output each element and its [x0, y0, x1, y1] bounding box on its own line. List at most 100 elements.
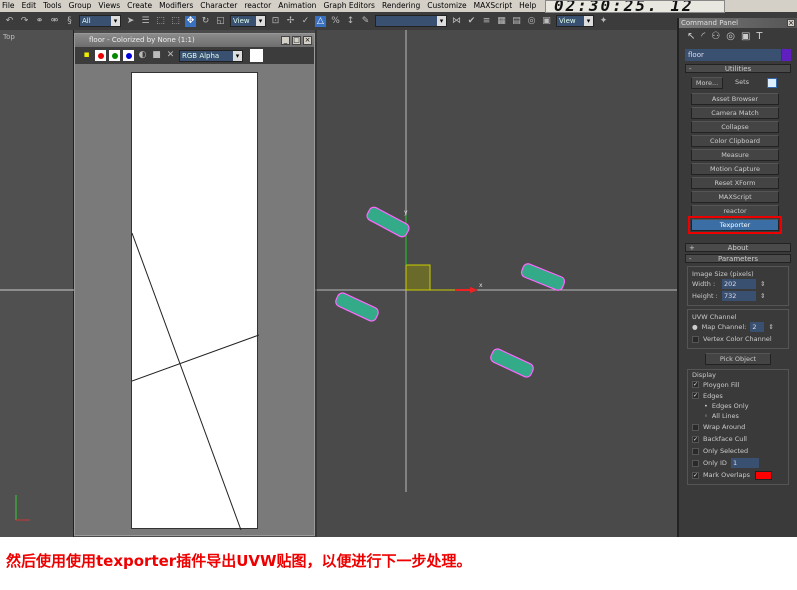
- named-selection-dropdown[interactable]: [375, 15, 447, 27]
- redo-icon[interactable]: ↷: [19, 16, 30, 27]
- rotate-icon[interactable]: ↻: [200, 16, 211, 27]
- utility-button-asset-browser[interactable]: Asset Browser: [691, 93, 779, 105]
- render-scene-icon[interactable]: ▣: [541, 16, 552, 27]
- utility-button-reset-xform[interactable]: Reset XForm: [691, 177, 779, 189]
- display-tab-icon[interactable]: ▣: [741, 31, 750, 43]
- scale-icon[interactable]: ◱: [215, 16, 226, 27]
- modify-tab-icon[interactable]: ◜: [701, 31, 705, 43]
- color-swatch[interactable]: [250, 49, 263, 62]
- vertex-color-radio[interactable]: [692, 335, 699, 343]
- pick-object-button[interactable]: Pick Object: [705, 353, 771, 365]
- ref-coord-dropdown[interactable]: View: [230, 15, 266, 27]
- utility-button-reactor[interactable]: reactor: [691, 205, 779, 217]
- wrap-around-checkbox[interactable]: [692, 423, 699, 431]
- region-select-icon[interactable]: ⬚: [155, 16, 166, 27]
- map-channel-spinner[interactable]: ⇕: [768, 323, 773, 331]
- map-channel-input[interactable]: 2: [750, 322, 765, 332]
- window-crossing-icon[interactable]: ⬚: [170, 16, 181, 27]
- curve-editor-icon[interactable]: ▦: [496, 16, 507, 27]
- configure-sets-icon[interactable]: [767, 78, 777, 88]
- channel-dropdown[interactable]: RGB Alpha: [179, 49, 243, 62]
- menu-item-customize[interactable]: Customize: [427, 0, 466, 12]
- link-icon[interactable]: ⚭: [34, 16, 45, 27]
- undo-icon[interactable]: ↶: [4, 16, 15, 27]
- render-type-dropdown[interactable]: View: [556, 15, 594, 27]
- sets-button[interactable]: Sets: [727, 77, 757, 89]
- all-lines-radio[interactable]: ◦: [704, 412, 708, 420]
- overlap-color-swatch[interactable]: [755, 470, 772, 480]
- texporter-image-window[interactable]: floor - Colorized by None (1:1) _ □ × ▪ …: [74, 33, 315, 536]
- polygon-fill-checkbox[interactable]: ✓: [692, 381, 699, 388]
- bind-spacewarp-icon[interactable]: §: [64, 16, 75, 27]
- pivot-icon[interactable]: ⊡: [270, 16, 281, 27]
- motion-tab-icon[interactable]: ◎: [726, 31, 735, 43]
- utility-button-measure[interactable]: Measure: [691, 149, 779, 161]
- angle-snap-icon[interactable]: △: [315, 15, 326, 27]
- snap-icon[interactable]: ✓: [300, 16, 311, 27]
- red-channel-button[interactable]: [95, 50, 106, 61]
- clone-icon[interactable]: ■: [151, 50, 162, 61]
- object-name-field[interactable]: floor: [685, 49, 791, 61]
- menu-item-edit[interactable]: Edit: [22, 0, 37, 12]
- unlink-icon[interactable]: ⚮: [49, 16, 60, 27]
- create-tab-icon[interactable]: ↖: [687, 31, 695, 43]
- blue-channel-button[interactable]: [123, 50, 134, 61]
- selection-filter-dropdown[interactable]: All: [79, 15, 121, 27]
- utility-button-camera-match[interactable]: Camera Match: [691, 107, 779, 119]
- move-icon[interactable]: ✥: [185, 15, 196, 27]
- mono-icon[interactable]: ◐: [137, 50, 148, 61]
- align-icon[interactable]: ✔: [466, 16, 477, 27]
- menu-item-maxscript[interactable]: MAXScript: [474, 0, 513, 12]
- utility-button-collapse[interactable]: Collapse: [691, 121, 779, 133]
- menu-item-character[interactable]: Character: [200, 0, 237, 12]
- mark-overlaps-checkbox[interactable]: ✓: [692, 471, 699, 479]
- save-image-icon[interactable]: ▪: [81, 50, 92, 61]
- schematic-icon[interactable]: ▤: [511, 16, 522, 27]
- mirror-icon[interactable]: ⋈: [451, 16, 462, 27]
- quick-render-icon[interactable]: ✦: [598, 16, 609, 27]
- minimize-button[interactable]: _: [281, 36, 290, 45]
- menu-item-modifiers[interactable]: Modifiers: [159, 0, 193, 12]
- menu-item-file[interactable]: File: [2, 0, 15, 12]
- menu-item-group[interactable]: Group: [69, 0, 92, 12]
- percent-snap-icon[interactable]: %: [330, 16, 341, 27]
- maximize-button[interactable]: □: [292, 36, 301, 45]
- width-input[interactable]: 202: [722, 279, 756, 289]
- menu-item-rendering[interactable]: Rendering: [382, 0, 420, 12]
- menu-item-help[interactable]: Help: [519, 0, 536, 12]
- utility-button-maxscript[interactable]: MAXScript: [691, 191, 779, 203]
- green-channel-button[interactable]: [109, 50, 120, 61]
- only-id-checkbox[interactable]: [692, 459, 699, 467]
- edges-only-radio[interactable]: •: [704, 402, 708, 410]
- backface-cull-checkbox[interactable]: ✓: [692, 435, 699, 443]
- only-selected-checkbox[interactable]: [692, 447, 699, 455]
- edges-checkbox[interactable]: ✓: [692, 392, 699, 399]
- menu-item-graph-editors[interactable]: Graph Editors: [323, 0, 375, 12]
- menu-item-tools[interactable]: Tools: [43, 0, 61, 12]
- height-spinner[interactable]: ⇕: [760, 292, 765, 300]
- utility-button-motion-capture[interactable]: Motion Capture: [691, 163, 779, 175]
- close-button[interactable]: ×: [303, 36, 312, 45]
- about-rollout[interactable]: + About: [685, 243, 791, 252]
- map-channel-radio[interactable]: ●: [692, 323, 698, 331]
- utility-button-color-clipboard[interactable]: Color Clipboard: [691, 135, 779, 147]
- utilities-rollout[interactable]: - Utilities: [685, 64, 791, 73]
- parameters-rollout[interactable]: - Parameters: [685, 254, 791, 263]
- close-button[interactable]: ×: [787, 19, 795, 27]
- layer-icon[interactable]: ≡: [481, 16, 492, 27]
- width-spinner[interactable]: ⇕: [760, 280, 765, 288]
- utility-button-texporter[interactable]: Texporter: [688, 216, 782, 234]
- spinner-snap-icon[interactable]: ↕: [345, 16, 356, 27]
- hierarchy-tab-icon[interactable]: ⚇: [711, 31, 720, 43]
- utilities-tab-icon[interactable]: T: [756, 31, 762, 43]
- edit-named-sel-icon[interactable]: ✎: [360, 16, 371, 27]
- only-id-input[interactable]: 1: [731, 458, 759, 468]
- menu-item-views[interactable]: Views: [98, 0, 120, 12]
- select-by-name-icon[interactable]: ☰: [140, 16, 151, 27]
- select-icon[interactable]: ➤: [125, 16, 136, 27]
- material-editor-icon[interactable]: ◎: [526, 16, 537, 27]
- top-viewport[interactable]: Top: [0, 30, 74, 537]
- menu-item-animation[interactable]: Animation: [278, 0, 316, 12]
- clear-icon[interactable]: ✕: [165, 50, 176, 61]
- more-button[interactable]: More...: [691, 77, 723, 89]
